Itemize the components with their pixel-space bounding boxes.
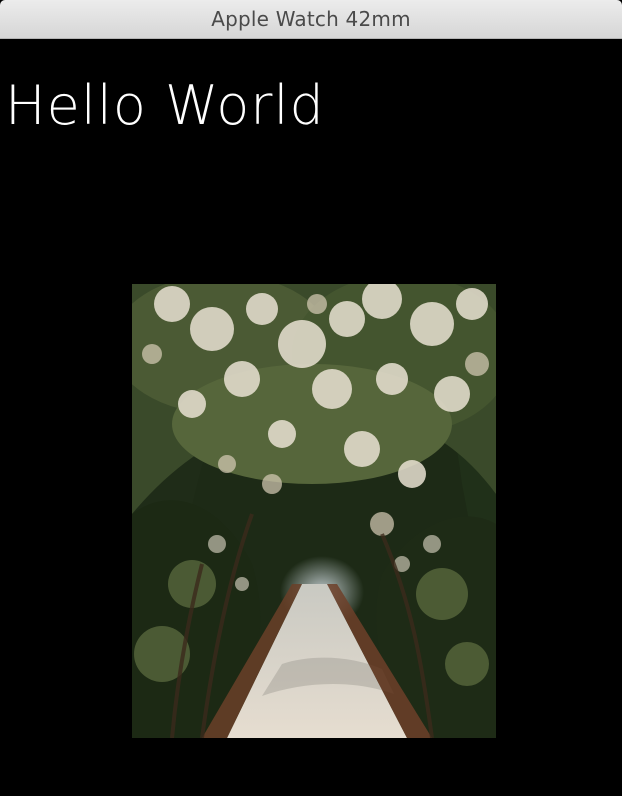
window-title-bar[interactable]: Apple Watch 42mm [0,0,622,39]
walkway-photo [132,284,496,738]
window-title: Apple Watch 42mm [211,7,411,31]
walkway-image-icon [132,284,496,738]
watch-screen: Hello World [0,39,622,796]
hello-label: Hello World [5,74,325,137]
simulator-window: Apple Watch 42mm Hello World [0,0,622,796]
